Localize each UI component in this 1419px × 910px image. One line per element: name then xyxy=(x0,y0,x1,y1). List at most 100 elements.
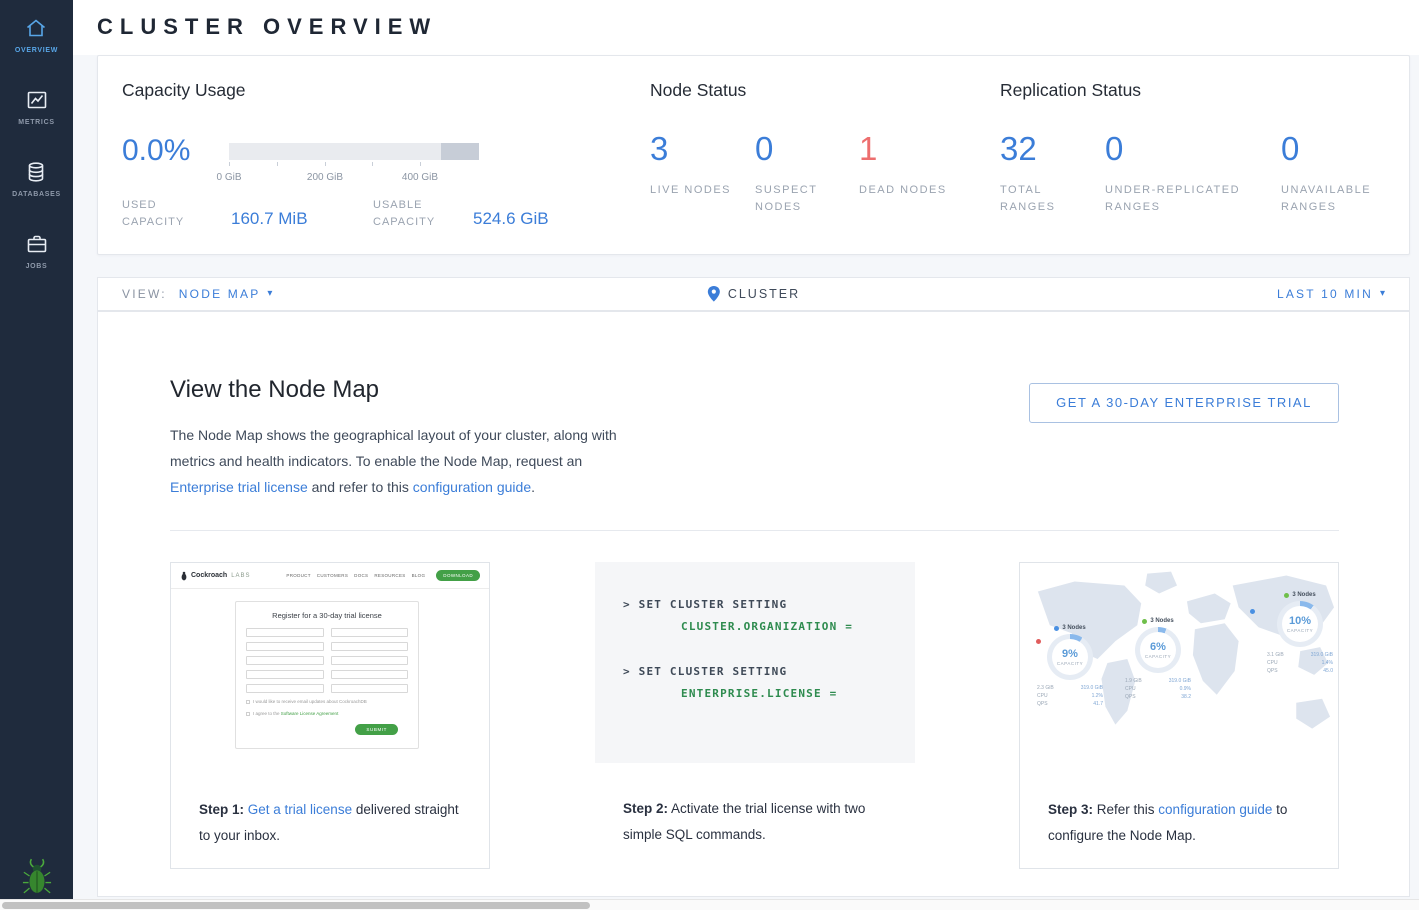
chevron-down-icon: ▾ xyxy=(267,289,272,299)
step2-card: > SET CLUSTER SETTING CLUSTER.ORGANIZATI… xyxy=(595,562,915,869)
mini-checkbox-text-plain: I agree to the xyxy=(253,711,281,716)
home-icon xyxy=(24,16,48,40)
under-replicated-label: UNDER-REPLICATED RANGES xyxy=(1105,182,1273,216)
sidebar-item-label: METRICS xyxy=(18,119,54,126)
step1-card: Cockroach LABS PRODUCT CUSTOMERS DOCS RE… xyxy=(170,562,490,869)
section-divider xyxy=(170,530,1339,531)
briefcase-icon xyxy=(25,232,49,256)
locality-chip: 3 Nodes xyxy=(1116,618,1200,624)
gauge-label: CAPACITY xyxy=(1287,628,1313,633)
gauge-stats: 1.9 GiB319.0 GiB CPU0.9% QPS38.2 xyxy=(1125,677,1191,701)
node-map-panel: View the Node Map The Node Map shows the… xyxy=(97,311,1410,897)
description-text: . xyxy=(531,479,535,495)
cockroachdb-logo xyxy=(0,856,73,896)
capacity-bar-nonusable-segment xyxy=(441,143,479,160)
mini-form-field xyxy=(331,642,409,651)
mini-nav-resources: RESOURCES xyxy=(374,573,405,578)
suspect-nodes-label: SUSPECT NODES xyxy=(755,182,843,216)
mini-form-field xyxy=(331,656,409,665)
locality-node-count: 3 Nodes xyxy=(1150,618,1173,624)
mini-form-field xyxy=(246,656,324,665)
mini-site-logo-suffix: LABS xyxy=(231,573,250,579)
description-text: and refer to this xyxy=(308,479,413,495)
time-range-value: LAST 10 MIN xyxy=(1277,287,1373,301)
view-bar: VIEW: NODE MAP ▾ CLUSTER LAST 10 MIN ▾ xyxy=(97,277,1410,311)
capacity-gauge-ring: 9% CAPACITY xyxy=(1047,634,1093,680)
enterprise-trial-button[interactable]: GET A 30-DAY ENTERPRISE TRIAL xyxy=(1029,383,1339,423)
horizontal-scrollbar[interactable] xyxy=(0,899,1419,910)
gauge-percent: 10% xyxy=(1289,615,1311,627)
mini-site-body: Register for a 30-day trial license xyxy=(171,589,489,781)
unavailable-ranges-label: UNAVAILABLE RANGES xyxy=(1281,182,1385,216)
mini-site-logo: Cockroach LABS xyxy=(180,571,251,581)
step3-caption: Step 3: Refer this configuration guide t… xyxy=(1048,797,1316,849)
live-nodes-stat: 3 LIVE NODES xyxy=(650,132,738,199)
cockroach-logo-small-icon xyxy=(180,571,188,581)
locality-chip: 3 Nodes xyxy=(1028,625,1112,631)
page-title: CLUSTER OVERVIEW xyxy=(97,14,437,40)
mini-site-logo-text: Cockroach xyxy=(191,572,227,579)
mini-nav-customers: CUSTOMERS xyxy=(317,573,348,578)
configuration-guide-link[interactable]: configuration guide xyxy=(413,479,531,495)
mini-submit-button: SUBMIT xyxy=(355,724,398,735)
mini-site-navbar: Cockroach LABS PRODUCT CUSTOMERS DOCS RE… xyxy=(171,563,489,589)
node-status-title: Node Status xyxy=(650,80,746,101)
enterprise-trial-license-link[interactable]: Enterprise trial license xyxy=(170,479,308,495)
sql-code-block: > SET CLUSTER SETTING CLUSTER.ORGANIZATI… xyxy=(595,562,915,763)
sidebar-item-overview[interactable]: OVERVIEW xyxy=(15,16,58,54)
view-selector-dropdown[interactable]: NODE MAP ▾ xyxy=(179,287,273,301)
main-content: CLUSTER OVERVIEW Capacity Usage Node Sta… xyxy=(73,0,1419,910)
mini-checkbox-text: I would like to receive email updates ab… xyxy=(253,699,367,705)
sidebar: OVERVIEW METRICS DATABASES JOBS xyxy=(0,0,73,910)
locality-chip: 3 Nodes xyxy=(1258,592,1338,598)
sidebar-item-metrics[interactable]: METRICS xyxy=(18,88,54,126)
under-replicated-value: 0 xyxy=(1105,132,1273,166)
step1-caption: Step 1: Get a trial license delivered st… xyxy=(199,797,467,849)
locality-gauge: 3 Nodes 9% CAPACITY 2.3 GiB319.0 GiB CPU… xyxy=(1028,625,1112,708)
mini-form-title: Register for a 30-day trial license xyxy=(246,611,408,620)
view-label: VIEW: xyxy=(122,287,167,301)
mini-form-field xyxy=(246,628,324,637)
capacity-gauge-ring: 6% CAPACITY xyxy=(1135,627,1181,673)
time-range-dropdown[interactable]: LAST 10 MIN ▾ xyxy=(1277,287,1385,301)
unavailable-ranges-value: 0 xyxy=(1281,132,1385,166)
dead-nodes-stat: 1 DEAD NODES xyxy=(859,132,947,199)
sidebar-item-jobs[interactable]: JOBS xyxy=(25,232,49,270)
suspect-nodes-stat: 0 SUSPECT NODES xyxy=(755,132,843,216)
sql-prompt-line: > SET CLUSTER SETTING xyxy=(623,598,915,611)
sidebar-item-label: OVERVIEW xyxy=(15,47,58,54)
mini-form-fields xyxy=(246,628,408,693)
checkbox-icon xyxy=(246,712,250,716)
mini-form-field xyxy=(331,684,409,693)
capacity-gauge-ring: 10% CAPACITY xyxy=(1277,601,1323,647)
gauge-percent: 9% xyxy=(1062,648,1078,660)
dead-nodes-label: DEAD NODES xyxy=(859,182,947,199)
mini-form-field xyxy=(246,684,324,693)
scrollbar-thumb[interactable] xyxy=(2,902,590,909)
chevron-down-icon: ▾ xyxy=(1380,289,1385,299)
capacity-tick-200: 200 GiB xyxy=(307,172,343,183)
mini-form-field xyxy=(331,670,409,679)
get-trial-license-link[interactable]: Get a trial license xyxy=(248,802,352,817)
step1-label: Step 1: xyxy=(199,802,244,817)
total-ranges-value: 32 xyxy=(1000,132,1088,166)
sidebar-item-databases[interactable]: DATABASES xyxy=(12,160,61,198)
locality-dot-icon xyxy=(1284,593,1289,598)
gauge-percent: 6% xyxy=(1150,641,1166,653)
usable-capacity-label: USABLE CAPACITY xyxy=(373,197,449,231)
mini-checkbox-row: I agree to the Software License Agreemen… xyxy=(246,711,408,717)
live-nodes-value: 3 xyxy=(650,132,738,166)
description-text: The Node Map shows the geographical layo… xyxy=(170,427,617,469)
mini-download-button: DOWNLOAD xyxy=(436,570,480,581)
configuration-guide-link[interactable]: configuration guide xyxy=(1158,802,1272,817)
locality-dot-icon xyxy=(1054,626,1059,631)
gauge-label: CAPACITY xyxy=(1057,661,1083,666)
scope-breadcrumb: CLUSTER xyxy=(728,287,800,301)
capacity-used-percent: 0.0% xyxy=(122,134,190,168)
view-selector-value: NODE MAP xyxy=(179,287,261,301)
mini-form-field xyxy=(246,642,324,651)
sql-setting-organization: CLUSTER.ORGANIZATION = xyxy=(681,620,915,633)
locality-node-count: 3 Nodes xyxy=(1292,592,1315,598)
locality-dot-icon xyxy=(1142,619,1147,624)
step2-label: Step 2: xyxy=(623,801,668,816)
